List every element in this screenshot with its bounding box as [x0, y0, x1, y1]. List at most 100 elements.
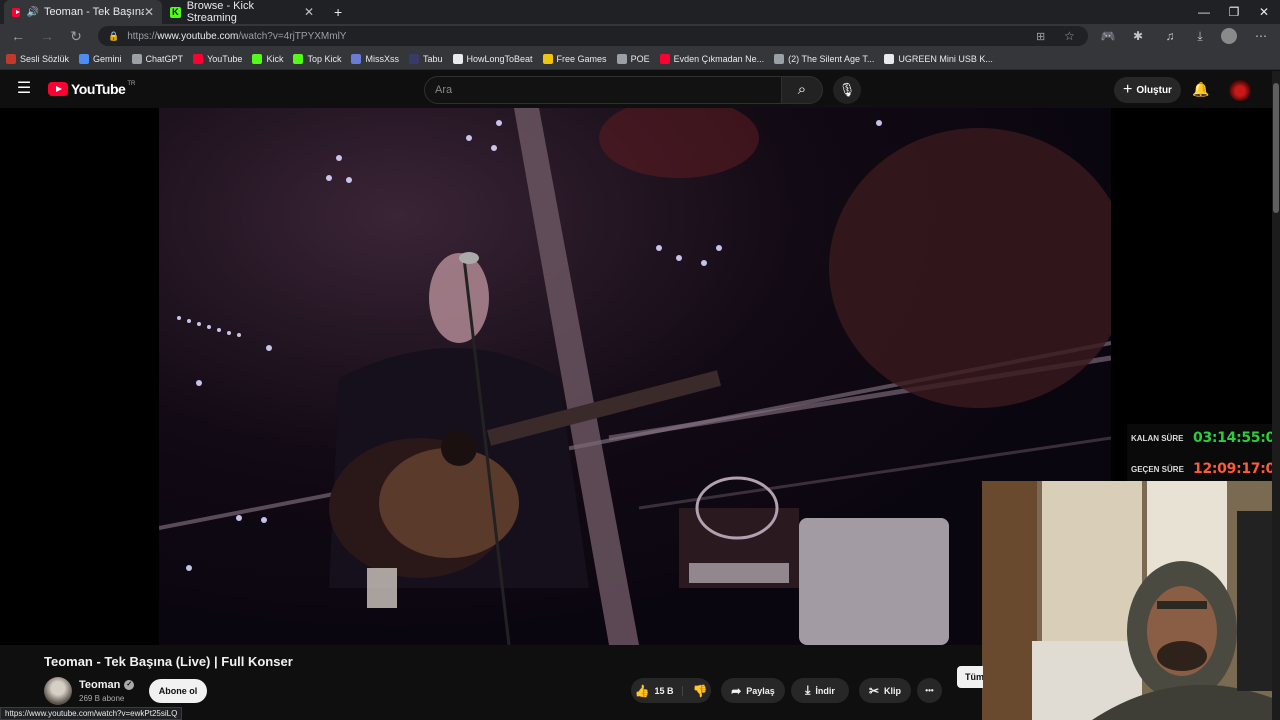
search-button[interactable]: ⌕	[781, 76, 823, 104]
bookmark-star-icon[interactable]: ☆	[1064, 29, 1075, 43]
filter-chip-all[interactable]: Tüm	[957, 666, 983, 688]
bookmark-item[interactable]: POE	[616, 53, 650, 64]
subscriber-count: 269 B abone	[79, 694, 125, 703]
download-icon: ⤓	[805, 683, 811, 697]
subscribe-button[interactable]: Abone ol	[149, 679, 207, 703]
browser-tabstrip: 🔊 Teoman - Tek Başına (Live) | F ✕ K Bro…	[0, 0, 1280, 24]
region-code: TR	[127, 81, 136, 87]
bookmark-item[interactable]: HowLongToBeat	[452, 53, 533, 64]
hamburger-menu-icon[interactable]: ☰	[15, 80, 33, 98]
remaining-label: KALAN SÜRE	[1131, 434, 1184, 443]
bookmark-item[interactable]: Sesli Sözlük	[6, 53, 69, 64]
clip-button[interactable]: ✂ Klip	[859, 678, 911, 703]
folder-icon	[616, 53, 627, 64]
bookmark-label: Kick	[266, 53, 284, 64]
youtube-logo[interactable]: YouTube TR	[48, 81, 135, 97]
bookmark-item[interactable]: Tabu	[408, 53, 443, 64]
more-menu-icon[interactable]: ⋯	[1252, 27, 1270, 45]
scissors-icon: ✂	[868, 683, 880, 698]
bookmark-item[interactable]: Kick	[252, 53, 284, 64]
kick-icon	[252, 53, 263, 64]
restore-icon[interactable]: ❐	[1218, 0, 1250, 24]
media-icon[interactable]: ♫	[1161, 27, 1179, 45]
bookmark-item[interactable]: Top Kick	[293, 53, 342, 64]
video-frame[interactable]	[159, 108, 1111, 645]
site-info-icon[interactable]: 🔒	[108, 31, 119, 42]
bookmark-label: YouTube	[207, 53, 243, 64]
webcam-feed-illustration	[982, 481, 1280, 720]
bookmark-item[interactable]: Free Games	[542, 53, 607, 64]
bookmark-item[interactable]: Evden Çıkmadan Ne...	[659, 53, 764, 64]
browser-toolbar: ← → ↻ 🔒 https://www.youtube.com/watch?v=…	[0, 24, 1280, 48]
url-path: /watch?v=4rjTPYXMmlY	[238, 30, 347, 42]
youtube-icon	[659, 53, 670, 64]
bookmark-label: Tabu	[422, 53, 443, 64]
elapsed-label: GEÇEN SÜRE	[1131, 465, 1184, 474]
bookmark-item[interactable]: (2) The Silent Age T...	[774, 53, 874, 64]
tab-title: Teoman - Tek Başına (Live) | F	[43, 6, 144, 18]
concert-scene-illustration	[159, 108, 1111, 645]
tab-youtube[interactable]: 🔊 Teoman - Tek Başına (Live) | F ✕	[4, 0, 162, 24]
create-label: Oluştur	[1136, 84, 1172, 96]
speaker-icon[interactable]: 🔊	[26, 7, 38, 18]
like-button[interactable]: 👍 15 B 👎	[631, 678, 711, 703]
verified-icon: ✓	[124, 680, 135, 690]
close-tab-icon[interactable]: ✕	[304, 5, 314, 19]
reload-icon[interactable]: ↻	[66, 26, 86, 46]
app-install-icon[interactable]: ⊞	[1036, 30, 1045, 43]
tab-title: Browse - Kick Streaming	[186, 0, 254, 24]
bookmark-label: ChatGPT	[145, 53, 184, 64]
voice-search-button[interactable]: 🎙	[833, 76, 861, 104]
link-status-bar: https://www.youtube.com/watch?v=ewkPt25s…	[0, 707, 183, 720]
kick-icon	[293, 53, 304, 64]
bookmark-label: POE	[630, 53, 650, 64]
webcam-overlay	[982, 481, 1280, 720]
channel-avatar[interactable]	[44, 677, 72, 705]
bookmark-label: Gemini	[93, 53, 122, 64]
thumbs-down-icon[interactable]: 👎	[693, 684, 708, 698]
amazon-icon	[884, 53, 895, 64]
url-host: www.youtube.com	[157, 30, 239, 42]
scrollbar-thumb[interactable]	[1273, 83, 1279, 213]
forward-icon[interactable]: →	[37, 26, 57, 46]
close-tab-icon[interactable]: ✕	[144, 5, 154, 19]
youtube-header: ☰ YouTube TR ⌕ 🎙 +Oluştur 🔔	[0, 71, 1272, 108]
thumbs-up-icon: 👍	[634, 683, 650, 698]
address-bar[interactable]: 🔒 https://www.youtube.com/watch?v=4rjTPY…	[98, 26, 1088, 46]
youtube-icon	[193, 53, 204, 64]
gemini-icon	[79, 53, 90, 64]
bookmark-label: Top Kick	[307, 53, 342, 64]
minimize-icon[interactable]: —	[1188, 0, 1220, 24]
profile-avatar-icon[interactable]	[1221, 28, 1237, 44]
channel-name[interactable]: Teoman	[79, 679, 120, 691]
download-icon[interactable]: ⤓	[1191, 27, 1209, 45]
search-input[interactable]	[425, 77, 781, 103]
download-button[interactable]: ⤓ İndir	[791, 678, 849, 703]
hltb-icon	[452, 53, 463, 64]
youtube-favicon-icon	[12, 7, 21, 17]
bookmark-item[interactable]: YouTube	[193, 53, 243, 64]
notifications-bell-icon[interactable]: 🔔	[1191, 79, 1211, 99]
new-tab-button[interactable]: +	[326, 0, 346, 24]
share-button[interactable]: ➦ Paylaş	[721, 678, 785, 703]
bookmark-item[interactable]: MissXss	[351, 53, 399, 64]
back-icon[interactable]: ←	[8, 26, 28, 46]
bookmark-item[interactable]: UGREEN Mini USB K...	[884, 53, 993, 64]
bookmark-item[interactable]: ChatGPT	[131, 53, 184, 64]
chatgpt-icon	[131, 53, 142, 64]
create-button[interactable]: + Oluştur	[1114, 77, 1181, 103]
tabu-icon	[408, 53, 419, 64]
bookmark-label: MissXss	[365, 53, 399, 64]
search-box	[424, 76, 782, 104]
account-avatar[interactable]	[1229, 79, 1251, 101]
tab-kick[interactable]: K Browse - Kick Streaming ✕	[162, 0, 322, 24]
stream-timer-overlay: KALAN SÜRE 03:14:55:03 GEÇEN SÜRE 12:09:…	[1127, 424, 1280, 482]
more-actions-button[interactable]: •••	[917, 678, 942, 703]
gamepad-icon[interactable]: 🎮	[1099, 27, 1117, 45]
extensions-icon[interactable]: ✱	[1129, 27, 1147, 45]
channel-name-row[interactable]: Teoman ✓	[79, 679, 135, 691]
page-scrollbar[interactable]	[1272, 71, 1280, 720]
close-window-icon[interactable]: ✕	[1248, 0, 1280, 24]
bookmark-item[interactable]: Gemini	[79, 53, 122, 64]
url-prefix: https://	[127, 30, 158, 42]
